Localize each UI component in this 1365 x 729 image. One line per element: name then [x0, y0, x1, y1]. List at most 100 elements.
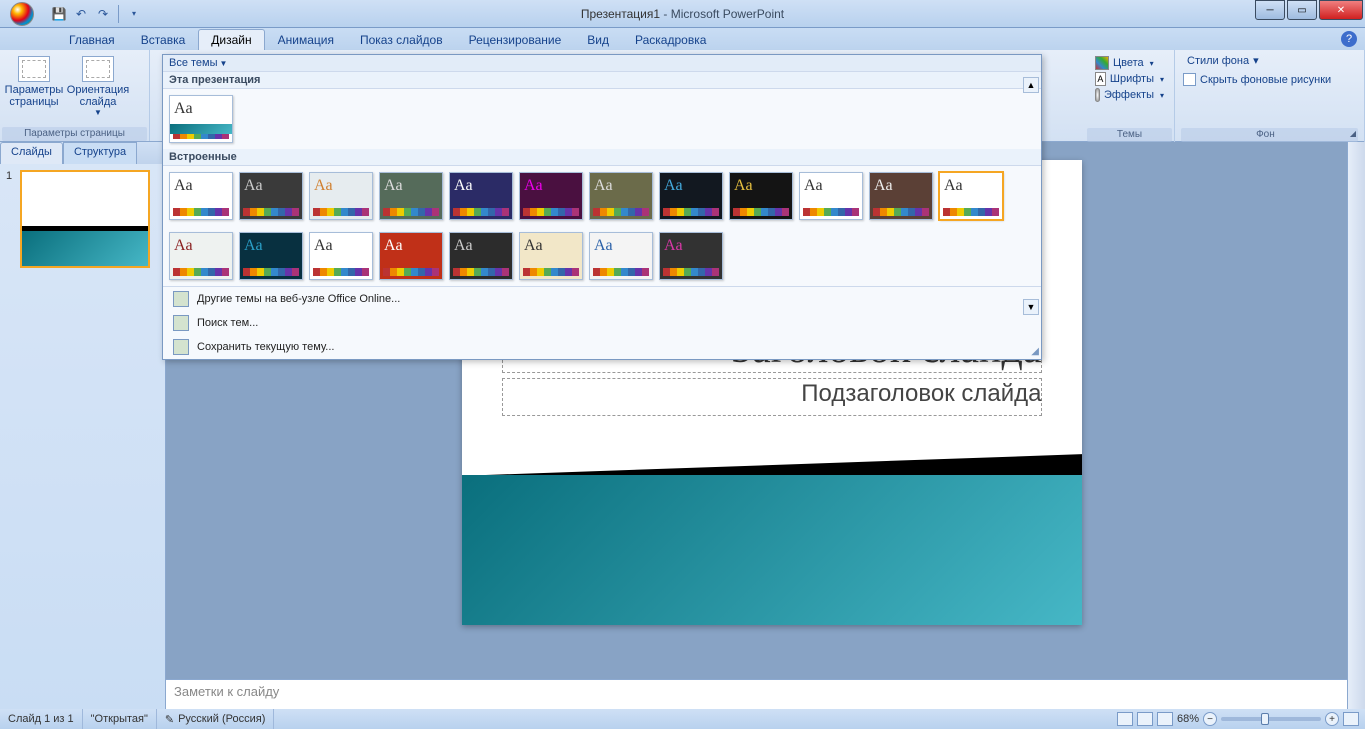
theme-colors-button[interactable]: Цвета▾ — [1095, 56, 1164, 70]
folder-icon — [173, 315, 189, 331]
theme-option[interactable]: Aa — [309, 172, 373, 220]
zoom-value[interactable]: 68% — [1177, 713, 1199, 725]
chevron-down-icon: ▾ — [1253, 54, 1259, 67]
theme-option[interactable]: Aa — [939, 172, 1003, 220]
tab-view[interactable]: Вид — [574, 29, 622, 50]
tab-outline[interactable]: Структура — [63, 142, 137, 164]
theme-option[interactable]: Aa — [239, 232, 303, 280]
theme-swatch — [453, 268, 509, 276]
resize-grip-icon[interactable]: ◢ — [1031, 346, 1039, 357]
theme-aa-icon: Aa — [940, 173, 1002, 195]
save-icon[interactable]: 💾 — [50, 5, 68, 23]
page-setup-button[interactable]: Параметры страницы — [4, 52, 64, 127]
all-themes-header[interactable]: Все темы▼ — [163, 55, 1041, 72]
theme-option[interactable]: Aa — [169, 172, 233, 220]
thumbnail-preview — [20, 170, 150, 268]
tab-home[interactable]: Главная — [56, 29, 128, 50]
theme-option[interactable]: Aa — [449, 172, 513, 220]
theme-option[interactable]: Aa — [239, 172, 303, 220]
qat-customize-icon[interactable]: ▾ — [125, 5, 143, 23]
theme-option[interactable]: Aa — [309, 232, 373, 280]
window-title: Презентация1 - Microsoft PowerPoint — [581, 7, 784, 21]
theme-fonts-button[interactable]: AШрифты▾ — [1095, 72, 1164, 86]
close-button[interactable]: ✕ — [1319, 0, 1363, 20]
globe-icon — [173, 291, 189, 307]
tab-insert[interactable]: Вставка — [128, 29, 199, 50]
effects-icon — [1095, 88, 1100, 102]
zoom-out-button[interactable]: − — [1203, 712, 1217, 726]
tab-slides-thumbnails[interactable]: Слайды — [0, 142, 63, 164]
tab-design[interactable]: Дизайн — [198, 29, 264, 50]
checkbox-icon — [1183, 73, 1196, 86]
status-theme-name: "Открытая" — [83, 709, 157, 729]
theme-option[interactable]: Aa — [589, 172, 653, 220]
help-icon[interactable]: ? — [1341, 31, 1357, 47]
theme-aa-icon: Aa — [240, 173, 302, 195]
scroll-down-icon[interactable]: ▼ — [1023, 299, 1039, 315]
redo-icon[interactable]: ↷ — [94, 5, 112, 23]
zoom-in-button[interactable]: + — [1325, 712, 1339, 726]
background-styles-button[interactable]: Стили фона▾ — [1183, 54, 1356, 67]
colors-label: Цвета — [1113, 57, 1144, 69]
theme-option[interactable]: Aa — [379, 172, 443, 220]
notes-pane[interactable]: Заметки к слайду — [166, 679, 1347, 709]
theme-option[interactable]: Aa — [659, 172, 723, 220]
thumbnail-number: 1 — [6, 170, 16, 268]
tab-slideshow[interactable]: Показ слайдов — [347, 29, 456, 50]
tab-animation[interactable]: Анимация — [265, 29, 347, 50]
theme-option[interactable]: Aa — [589, 232, 653, 280]
status-language[interactable]: ✎Русский (Россия) — [157, 709, 275, 729]
tab-review[interactable]: Рецензирование — [456, 29, 575, 50]
dialog-launcher-icon[interactable]: ◢ — [1350, 129, 1356, 138]
browse-themes[interactable]: Поиск тем... — [163, 311, 1041, 335]
undo-icon[interactable]: ↶ — [72, 5, 90, 23]
theme-current[interactable]: Aa — [169, 95, 233, 143]
maximize-button[interactable]: ▭ — [1287, 0, 1317, 20]
view-slideshow-button[interactable] — [1157, 712, 1173, 726]
vertical-scrollbar[interactable] — [1347, 142, 1365, 709]
view-sorter-button[interactable] — [1137, 712, 1153, 726]
theme-option[interactable]: Aa — [519, 232, 583, 280]
minimize-button[interactable]: ─ — [1255, 0, 1285, 20]
scroll-up-icon[interactable]: ▲ — [1023, 77, 1039, 93]
theme-option[interactable]: Aa — [169, 232, 233, 280]
slide-subtitle-text[interactable]: Подзаголовок слайда — [801, 380, 1041, 408]
zoom-slider[interactable] — [1221, 717, 1321, 721]
theme-aa-icon: Aa — [380, 233, 442, 255]
app-name: Microsoft PowerPoint — [671, 7, 784, 21]
hide-background-graphics-checkbox[interactable]: Скрыть фоновые рисунки — [1183, 73, 1356, 86]
tab-storyboarding[interactable]: Раскадровка — [622, 29, 719, 50]
theme-option[interactable]: Aa — [519, 172, 583, 220]
gallery-footer: Другие темы на веб-узле Office Online...… — [163, 286, 1041, 359]
theme-swatch — [383, 268, 439, 276]
theme-option[interactable]: Aa — [449, 232, 513, 280]
theme-effects-button[interactable]: Эффекты▾ — [1095, 88, 1164, 102]
chevron-down-icon: ▼ — [220, 59, 228, 68]
zoom-handle[interactable] — [1261, 713, 1269, 725]
view-normal-button[interactable] — [1117, 712, 1133, 726]
theme-option[interactable]: Aa — [379, 232, 443, 280]
thumbnail-item[interactable]: 1 — [6, 170, 159, 268]
theme-option[interactable]: Aa — [729, 172, 793, 220]
theme-swatch — [663, 268, 719, 276]
theme-swatch — [873, 208, 929, 216]
quick-access-toolbar: 💾 ↶ ↷ ▾ — [44, 5, 143, 23]
theme-option[interactable]: Aa — [659, 232, 723, 280]
slides-pane-tabs: Слайды Структура — [0, 142, 165, 164]
group-theme-variants: Цвета▾ AШрифты▾ Эффекты▾ Темы — [1085, 50, 1175, 142]
document-name: Презентация1 — [581, 7, 660, 21]
theme-option[interactable]: Aa — [799, 172, 863, 220]
fit-to-window-button[interactable] — [1343, 712, 1359, 726]
theme-aa-icon: Aa — [800, 173, 862, 195]
ribbon-tabs: Главная Вставка Дизайн Анимация Показ сл… — [0, 28, 1365, 50]
thumbnail-list: 1 — [0, 164, 165, 709]
theme-aa-icon: Aa — [660, 233, 722, 255]
more-themes-online[interactable]: Другие темы на веб-узле Office Online... — [163, 287, 1041, 311]
theme-aa-icon: Aa — [520, 233, 582, 255]
theme-option[interactable]: Aa — [869, 172, 933, 220]
orientation-button[interactable]: Ориентация слайда ▼ — [68, 52, 128, 127]
theme-aa-icon: Aa — [310, 233, 372, 255]
save-current-theme[interactable]: Сохранить текущую тему... — [163, 335, 1041, 359]
title-bar: 💾 ↶ ↷ ▾ Презентация1 - Microsoft PowerPo… — [0, 0, 1365, 28]
office-button[interactable] — [0, 0, 44, 28]
